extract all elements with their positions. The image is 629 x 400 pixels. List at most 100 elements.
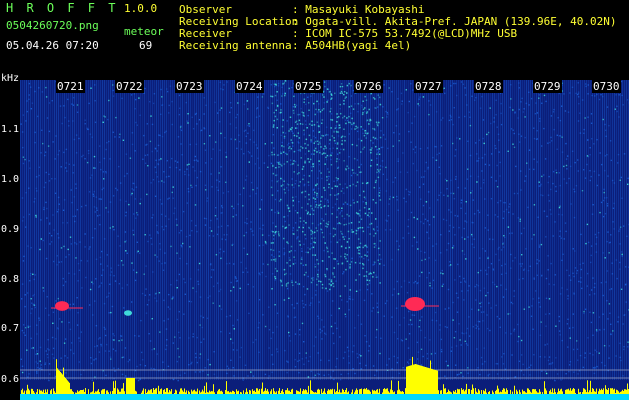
noise-speckle — [149, 101, 151, 103]
noise-speckle — [349, 112, 352, 114]
noise-speckle — [206, 197, 209, 199]
noise-speckle — [115, 187, 117, 190]
noise-speckle — [421, 259, 423, 262]
noise-speckle — [220, 107, 223, 109]
noise-speckle — [283, 237, 285, 240]
noise-speckle — [320, 228, 322, 230]
noise-speckle — [22, 146, 24, 149]
noise-speckle — [523, 374, 525, 376]
noise-speckle — [577, 82, 579, 84]
noise-speckle — [330, 118, 332, 121]
noise-speckle — [152, 271, 154, 273]
noise-speckle — [130, 194, 132, 196]
level-meter-bar — [575, 392, 576, 394]
noise-speckle — [318, 103, 320, 105]
level-meter-bar — [209, 390, 210, 394]
noise-speckle — [377, 121, 380, 124]
noise-speckle — [230, 107, 232, 109]
noise-speckle — [586, 285, 588, 287]
noise-speckle — [521, 254, 523, 256]
noise-speckle — [532, 328, 534, 330]
noise-speckle — [551, 140, 553, 142]
noise-speckle — [500, 112, 502, 115]
noise-column — [414, 80, 415, 380]
noise-speckle — [247, 108, 249, 110]
noise-speckle — [463, 227, 465, 230]
noise-speckle — [270, 248, 272, 251]
level-meter-bar — [458, 389, 459, 394]
noise-speckle — [363, 146, 366, 149]
noise-speckle — [435, 243, 438, 245]
noise-speckle — [376, 302, 378, 304]
noise-speckle — [411, 245, 414, 247]
noise-speckle — [405, 188, 408, 191]
noise-speckle — [73, 196, 76, 198]
noise-speckle — [158, 292, 161, 294]
noise-speckle — [420, 348, 423, 350]
level-meter-bar — [457, 388, 458, 394]
noise-speckle — [95, 196, 98, 198]
noise-speckle — [361, 227, 364, 229]
noise-speckle — [271, 102, 274, 105]
noise-speckle — [536, 112, 539, 114]
noise-speckle — [466, 327, 469, 330]
noise-speckle — [467, 168, 469, 170]
noise-speckle — [323, 148, 325, 150]
noise-speckle — [428, 207, 431, 209]
level-meter-bar — [409, 365, 410, 394]
noise-speckle — [316, 259, 318, 261]
noise-speckle — [453, 337, 456, 339]
noise-speckle — [194, 204, 197, 206]
noise-speckle — [501, 264, 503, 267]
noise-speckle — [340, 83, 343, 85]
noise-speckle — [22, 114, 24, 116]
noise-speckle — [52, 141, 54, 143]
noise-speckle — [452, 301, 454, 304]
noise-speckle — [249, 195, 251, 197]
noise-speckle — [341, 92, 343, 94]
noise-speckle — [42, 287, 44, 289]
noise-speckle — [489, 238, 491, 240]
noise-speckle — [259, 273, 261, 276]
level-meter-bar — [348, 391, 349, 394]
noise-speckle — [136, 251, 139, 254]
noise-speckle — [528, 168, 531, 170]
noise-speckle — [52, 347, 55, 350]
level-meter-bar — [359, 389, 360, 394]
noise-speckle — [195, 352, 197, 355]
noise-speckle — [291, 142, 294, 144]
noise-speckle — [45, 257, 48, 260]
noise-speckle — [298, 283, 301, 285]
noise-speckle — [362, 201, 364, 203]
noise-speckle — [382, 166, 384, 168]
noise-speckle — [39, 367, 41, 370]
noise-speckle — [297, 132, 299, 134]
noise-speckle — [465, 94, 467, 96]
noise-speckle — [303, 183, 306, 186]
noise-speckle — [247, 375, 249, 377]
noise-speckle — [272, 134, 274, 136]
noise-speckle — [494, 214, 496, 216]
level-meter-bar — [252, 389, 253, 394]
noise-speckle — [339, 213, 341, 215]
noise-speckle — [285, 283, 288, 285]
noise-column — [394, 80, 395, 380]
noise-speckle — [195, 184, 197, 187]
noise-speckle — [366, 251, 369, 253]
level-meter-bar — [298, 391, 299, 394]
noise-speckle — [64, 355, 66, 357]
noise-speckle — [419, 319, 421, 322]
noise-speckle — [513, 295, 515, 297]
noise-speckle — [331, 135, 334, 137]
noise-column — [568, 80, 569, 380]
level-meter-bar — [299, 391, 300, 394]
noise-speckle — [467, 344, 469, 346]
noise-speckle — [314, 374, 316, 376]
noise-speckle — [275, 167, 277, 169]
noise-speckle — [369, 223, 371, 226]
noise-speckle — [579, 354, 582, 357]
noise-speckle — [159, 199, 162, 201]
level-meter-bar — [182, 390, 183, 394]
noise-speckle — [598, 174, 600, 176]
noise-speckle — [53, 357, 55, 359]
